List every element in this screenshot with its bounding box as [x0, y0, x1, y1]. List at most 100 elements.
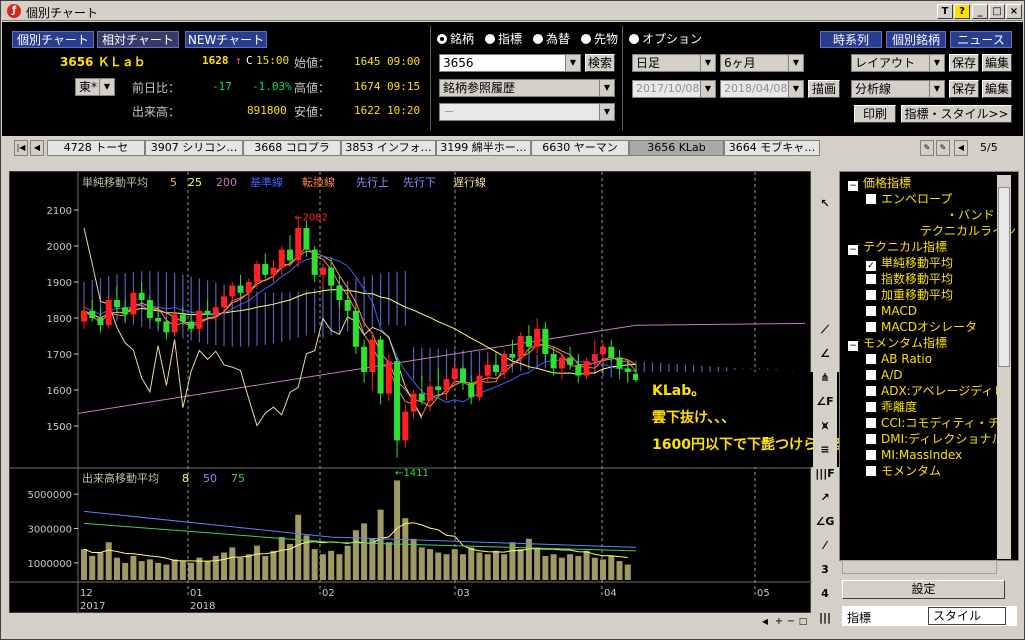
collapse-icon[interactable]: − — [848, 341, 858, 351]
tree-item[interactable]: DMI:ディレクショナル — [866, 431, 1003, 447]
checkbox-icon[interactable] — [866, 322, 876, 332]
channel-tool-icon[interactable]: ∠ — [815, 343, 835, 365]
analysis-line-select[interactable]: 分析線 ▼ — [851, 80, 945, 98]
tree-item[interactable]: CCI:コモディティ・チャ — [866, 415, 1012, 431]
tree-group[interactable]: − テクニカル指標 — [848, 239, 947, 255]
checkbox-icon[interactable] — [866, 434, 876, 444]
tab-style[interactable]: スタイル — [928, 607, 1006, 625]
settings-button[interactable]: 設定 — [842, 580, 1005, 599]
tree-item[interactable]: エンベロープ — [866, 191, 952, 207]
ray-tool-icon[interactable]: ↗ — [815, 487, 835, 509]
tree-group[interactable]: − 価格指標 — [848, 175, 911, 191]
checkbox-icon[interactable] — [866, 466, 876, 476]
first-tab-icon[interactable]: |◀ — [14, 140, 28, 156]
fibonacci-fan-icon[interactable]: ∠F — [815, 391, 835, 413]
layout-save-button[interactable]: 保存 — [949, 54, 979, 72]
period-range-select[interactable]: 6ヶ月 ▼ — [720, 54, 804, 72]
tab-3853[interactable]: 3853 インフォ… — [341, 140, 436, 156]
tree-group[interactable]: − モメンタム指標 — [848, 335, 947, 351]
cursor-tool-icon[interactable]: ↖ — [815, 193, 835, 215]
scroll-left-icon[interactable]: ◀ — [759, 616, 771, 628]
tab-indicator[interactable]: 指標 — [847, 609, 871, 626]
exchange-select[interactable]: 東* ▼ — [75, 78, 115, 96]
tree-item[interactable]: AB Ratio — [866, 351, 932, 367]
layout-select[interactable]: レイアウト ▼ — [851, 54, 945, 72]
maximize-button[interactable]: □ — [989, 4, 1005, 19]
level-4-tool-icon[interactable]: 4 — [815, 583, 835, 605]
zoom-in-icon[interactable]: + — [773, 616, 785, 628]
bars-tool-icon[interactable]: ||| — [815, 607, 835, 629]
checkbox-icon[interactable] — [866, 274, 876, 284]
tab-3656[interactable]: 3656 KLab — [629, 140, 724, 156]
zoom-fit-icon[interactable]: □ — [797, 616, 809, 628]
minimize-button[interactable]: _ — [972, 4, 988, 19]
search-button[interactable]: 検索 — [585, 54, 615, 72]
gann-fan-icon[interactable]: ∠G — [815, 511, 835, 533]
zoom-out-icon[interactable]: − — [785, 616, 797, 628]
analysis-edit-button[interactable]: 編集 — [982, 80, 1012, 98]
checkbox-icon[interactable] — [866, 418, 876, 428]
individual-stock-button[interactable]: 個別銘柄 — [886, 31, 946, 48]
analysis-save-button[interactable]: 保存 — [949, 80, 979, 98]
blank-dropdown[interactable]: － ▼ — [439, 103, 615, 121]
help-button[interactable]: ? — [954, 4, 970, 19]
edit-tab-icon[interactable]: ✎ — [920, 140, 934, 156]
history-dropdown[interactable]: 銘柄参照履歴 ▼ — [439, 79, 615, 97]
tab-6630[interactable]: 6630 ヤーマン — [531, 140, 629, 156]
toolbar-t-button[interactable]: T — [937, 4, 953, 19]
tree-item[interactable]: ✓ 単純移動平均 — [866, 255, 953, 271]
date-from-input[interactable]: 2017/10/08 ▼ — [632, 80, 716, 98]
back-arrow-icon[interactable]: ◀ — [954, 140, 968, 156]
checkbox-icon[interactable] — [866, 402, 876, 412]
radio-futures[interactable]: 先物 — [581, 30, 618, 47]
tab-3907[interactable]: 3907 シリコン… — [145, 140, 243, 156]
layout-edit-button[interactable]: 編集 — [982, 54, 1012, 72]
checkbox-icon[interactable] — [866, 290, 876, 300]
scroll-thumb[interactable] — [998, 187, 1010, 367]
tree-item[interactable]: A/D — [866, 367, 903, 383]
radio-stock[interactable]: 銘柄 — [437, 30, 474, 47]
tree-item[interactable]: MACD — [866, 303, 917, 319]
tree-item[interactable]: モメンタム — [866, 463, 941, 479]
checkbox-icon[interactable] — [866, 450, 876, 460]
pencil-icon[interactable]: ✎ — [936, 140, 950, 156]
line-tool-icon[interactable]: ⁄ — [815, 535, 835, 557]
news-button[interactable]: ニュース — [950, 31, 1012, 48]
tab-3199[interactable]: 3199 綿半ホー… — [436, 140, 531, 156]
tree-item[interactable]: 指数移動平均 — [866, 271, 953, 287]
time-zone-icon[interactable]: |||F — [815, 463, 835, 485]
print-button[interactable]: 印刷 — [854, 105, 896, 123]
cycle-tool-icon[interactable]: ⩙ — [815, 415, 835, 437]
date-to-input[interactable]: 2018/04/08 ▼ — [720, 80, 804, 98]
checkbox-icon[interactable] — [866, 370, 876, 380]
checkbox-checked-icon[interactable]: ✓ — [866, 261, 876, 271]
individual-chart-button[interactable]: 個別チャート — [12, 31, 94, 48]
period-unit-select[interactable]: 日足 ▼ — [632, 54, 716, 72]
draw-button[interactable]: 描画 — [808, 80, 840, 98]
checkbox-icon[interactable] — [866, 306, 876, 316]
checkbox-icon[interactable] — [866, 386, 876, 396]
tree-item[interactable]: ・バンド — [946, 207, 995, 223]
tab-3664[interactable]: 3664 モブキャ… — [724, 140, 820, 156]
symbol-input[interactable]: 3656 ▼ — [439, 54, 581, 72]
tab-4728[interactable]: 4728 トーセ — [47, 140, 145, 156]
tree-scrollbar[interactable] — [997, 175, 1011, 559]
close-button[interactable]: × — [1006, 4, 1022, 19]
relative-chart-button[interactable]: 相対チャート — [97, 31, 179, 48]
collapse-icon[interactable]: − — [848, 245, 858, 255]
fan-tool-icon[interactable]: ⋔ — [815, 367, 835, 389]
tab-3668[interactable]: 3668 コロプラ — [243, 140, 341, 156]
tree-hscrollbar[interactable] — [842, 560, 997, 574]
level-3-tool-icon[interactable]: 3 — [815, 559, 835, 581]
checkbox-icon[interactable] — [866, 194, 876, 204]
tree-item[interactable]: MACDオシレータ — [866, 319, 977, 335]
collapse-icon[interactable]: − — [848, 181, 858, 191]
new-chart-button[interactable]: NEWチャート — [185, 31, 267, 48]
indicator-style-button[interactable]: 指標・スタイル>> — [901, 105, 1012, 123]
tree-item[interactable]: MI:MassIndex — [866, 447, 962, 463]
radio-index[interactable]: 指標 — [485, 30, 522, 47]
trendline-tool-icon[interactable]: ⟋ — [815, 319, 835, 341]
price-chart[interactable]: 12 01 02 03 04 05 2017 2018 2100 2000 1900 1800 1700… — [9, 171, 958, 614]
tree-item[interactable]: 加重移動平均 — [866, 287, 953, 303]
prev-tab-icon[interactable]: ◀ — [30, 140, 44, 156]
